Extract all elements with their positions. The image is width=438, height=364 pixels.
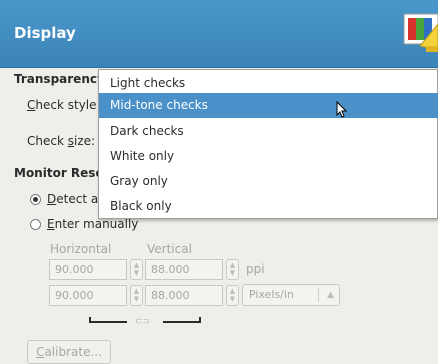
resolution-unit-combo[interactable]: Pixels/in ▲: [242, 284, 340, 306]
resolution-unit-value: Pixels/in: [249, 288, 294, 301]
radio-on-icon: [30, 194, 41, 205]
header-bar: Display: [0, 0, 438, 68]
ppi-unit-label: ppi: [246, 262, 265, 276]
enter-manually-label: Enter manually: [47, 217, 139, 231]
mouse-pointer-icon: [336, 101, 348, 118]
display-settings-icon: [403, 13, 438, 52]
check-style-label: Check style:: [27, 98, 101, 112]
menu-item-mid-tone-checks[interactable]: Mid-tone checks: [99, 93, 438, 118]
menu-item-dark-checks[interactable]: Dark checks: [99, 119, 438, 144]
transparency-section-label: Transparency: [14, 72, 105, 86]
menu-item-gray-only[interactable]: Gray only: [99, 169, 438, 194]
vertical-spin-button[interactable]: ▲ ▼: [226, 259, 239, 280]
horizontal-resolution-input-2[interactable]: 90.000: [49, 285, 127, 306]
chain-link-button[interactable]: ⊂⊃: [89, 317, 201, 329]
vertical-resolution-input[interactable]: 88.000: [145, 259, 223, 280]
check-style-dropdown-menu[interactable]: Light checks Mid-tone checks Dark checks…: [98, 69, 438, 219]
vertical-resolution-input-2[interactable]: 88.000: [145, 285, 223, 306]
horizontal-spin-button[interactable]: ▲ ▼: [130, 259, 143, 280]
menu-item-black-only[interactable]: Black only: [99, 194, 438, 219]
horizontal-spin-button-2[interactable]: ▲ ▼: [130, 285, 143, 306]
horizontal-label: Horizontal: [50, 242, 112, 256]
radio-off-icon: [30, 219, 41, 230]
check-size-label: Check size:: [27, 134, 96, 148]
enter-manually-radio[interactable]: Enter manually: [30, 217, 138, 231]
monitor-resolution-section-label: Monitor Reso: [14, 166, 104, 180]
detect-label: Detect au: [47, 192, 106, 206]
vertical-label: Vertical: [147, 242, 192, 256]
chain-link-icon: ⊂⊃: [135, 317, 151, 327]
calibrate-button[interactable]: Calibrate...: [27, 340, 111, 364]
combo-separator: [318, 288, 319, 302]
page-title: Display: [14, 24, 76, 42]
chain-right-bracket: [163, 317, 201, 323]
chain-left-bracket: [89, 317, 127, 323]
vertical-spin-button-2[interactable]: ▲ ▼: [226, 285, 239, 306]
combo-arrows-icon: ▲: [327, 290, 334, 300]
horizontal-resolution-input[interactable]: 90.000: [49, 259, 127, 280]
menu-item-white-only[interactable]: White only: [99, 144, 438, 169]
detect-automatically-radio[interactable]: Detect au: [30, 192, 106, 206]
